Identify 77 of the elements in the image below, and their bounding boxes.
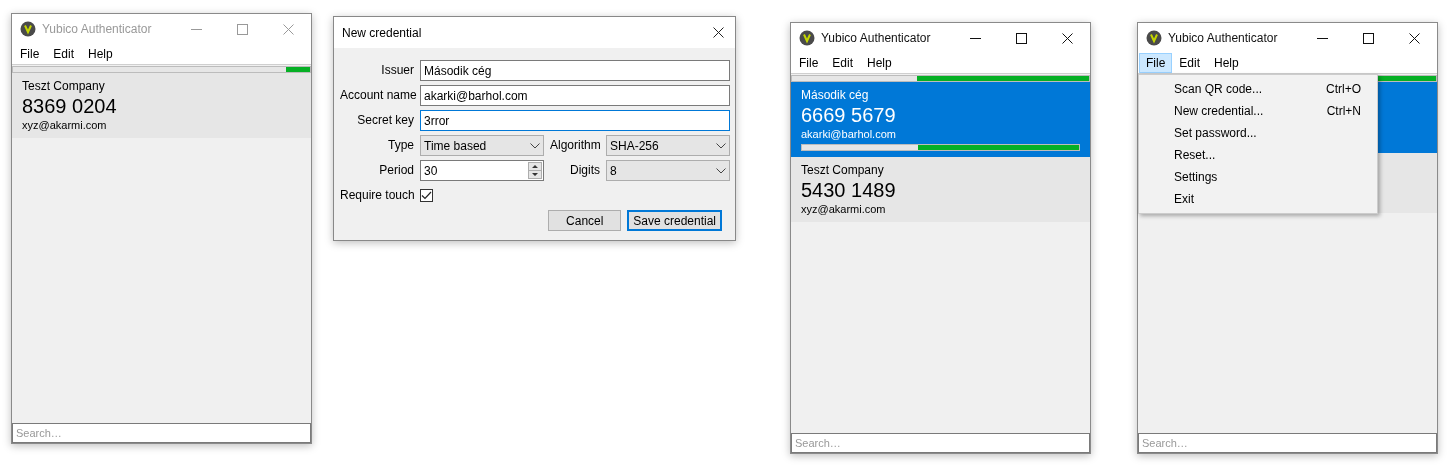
maximize-icon [236,23,248,35]
field-label: Issuer [380,62,414,79]
maximize-icon [1362,32,1374,44]
close-icon [282,23,294,35]
select-field[interactable]: Time based [420,135,544,156]
window-title: Yubico Authenticator [821,30,932,47]
text-field[interactable]: akarki@barhol.com [420,85,730,106]
select-field[interactable]: 8 [606,160,730,181]
account-text: akarki@barhol.com [801,127,897,141]
account-text: xyz@akarmi.com [801,202,887,216]
dropdown-item[interactable]: Exit [1139,188,1377,210]
select-field[interactable]: SHA-256 [606,135,730,156]
dropdown-item[interactable]: Settings [1139,166,1377,188]
dropdown-item[interactable]: Scan QR code... Ctrl+O [1139,78,1377,100]
text-field[interactable]: 3rror [420,110,730,131]
menu-item[interactable]: File [1139,53,1173,73]
dropdown-item[interactable]: Reset... [1139,144,1377,166]
dialog-button[interactable]: Cancel [548,210,622,231]
field-label: Require touch [340,187,414,204]
window-title: Yubico Authenticator [1168,30,1279,47]
issuer-text: Teszt Company [801,163,885,178]
credential-item[interactable]: Második cég 6669 5679 akarki@barhol.com [791,82,1090,157]
otp-code: 5430 1489 [801,178,897,202]
logo-icon [1146,30,1162,46]
field-label: Algorithm [550,137,600,154]
otp-code: 8369 0204 [22,94,118,118]
account-text: xyz@akarmi.com [22,118,108,132]
field-label: Secret key [356,112,414,129]
checkbox[interactable] [420,189,433,202]
dropdown-item[interactable]: Set password... [1139,122,1377,144]
issuer-text: Második cég [801,88,870,103]
minimize-icon [1316,37,1328,39]
window-title: Yubico Authenticator [42,21,153,38]
credential-item[interactable]: Teszt Company 5430 1489 xyz@akarmi.com [791,157,1090,222]
menu-item[interactable]: Help [1207,53,1246,73]
text-field[interactable]: Második cég [420,60,730,81]
otp-code: 6669 5679 [801,103,897,127]
menu-item[interactable]: Edit [1172,53,1208,73]
spin-field[interactable]: 30 [420,160,544,181]
close-icon [712,27,724,38]
issuer-text: Teszt Company [22,79,106,94]
credential-item[interactable]: Teszt Company 8369 0204 xyz@akarmi.com [12,73,311,138]
minimize-icon [969,37,981,39]
spin-arrows-icon [528,162,542,179]
item-label: New credential... [1174,103,1264,120]
field-label: Type [387,137,414,154]
item-label: Reset... [1174,147,1216,164]
minimize-icon [190,28,202,30]
logo-icon [20,21,36,37]
shortcut-text: Ctrl+O [1326,81,1361,98]
item-label: Settings [1174,169,1218,186]
chevron-icon [530,142,540,149]
dropdown-item[interactable]: New credential... Ctrl+N [1139,100,1377,122]
menu-item[interactable]: File [13,44,47,64]
field-label: Period [378,162,414,179]
field-label: Digits [569,162,600,179]
field-label: Account name [340,87,414,104]
search-field[interactable]: Search… [791,433,1090,453]
item-label: Set password... [1174,125,1257,142]
dialog-title: New credential [342,24,422,42]
menu-item[interactable]: File [792,53,826,73]
maximize-icon [1015,32,1027,44]
logo-icon [799,30,815,46]
menu-item[interactable]: Help [81,44,120,64]
item-label: Exit [1174,191,1194,208]
search-field[interactable]: Search… [1138,433,1437,453]
search-field[interactable]: Search… [12,423,311,443]
chevron-icon [716,142,726,149]
item-label: Scan QR code... [1174,81,1263,98]
chevron-icon [716,167,726,174]
close-icon [1408,32,1420,44]
menu-item[interactable]: Edit [825,53,861,73]
menu-item[interactable]: Edit [46,44,82,64]
dialog-button[interactable]: Save credential [627,210,722,231]
close-icon [1061,32,1073,44]
menu-item[interactable]: Help [860,53,899,73]
shortcut-text: Ctrl+N [1326,103,1361,120]
